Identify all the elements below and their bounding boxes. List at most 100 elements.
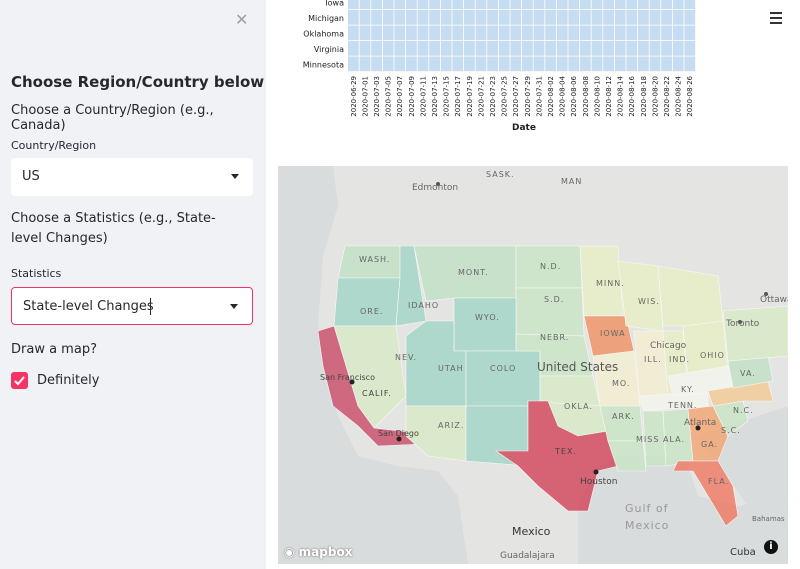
heatmap-cell (348, 10, 359, 25)
heatmap-cell (556, 41, 568, 56)
state-penn-ne[interactable] (722, 305, 788, 362)
state-mich[interactable] (657, 265, 724, 327)
heatmap-cell (510, 56, 522, 72)
close-sidebar-button[interactable]: ✕ (235, 10, 248, 29)
heatmap-cell (510, 0, 522, 10)
heatmap-cell (348, 25, 359, 41)
heatmap-cell (568, 0, 580, 10)
heatmap-cell (568, 10, 580, 25)
heatmap-cell (429, 10, 440, 25)
map-label-fla: FLA. (708, 477, 729, 486)
heatmap-cell (591, 56, 603, 72)
heatmap-cell (487, 0, 498, 10)
map-label-toronto: Toronto (725, 319, 760, 329)
heatmap-x-label: 2020-07-01 (361, 76, 369, 117)
heatmap-x-label: 2020-08-06 (570, 75, 578, 116)
heatmap-cell (638, 56, 649, 72)
map-label-atlanta: Atlanta (684, 418, 716, 428)
heatmap-cell (684, 0, 696, 10)
heatmap-cell (580, 0, 591, 10)
map-label-ark: ARK. (612, 412, 635, 421)
info-icon[interactable]: i (764, 540, 778, 554)
us-map[interactable]: Edmonton SASK. MAN WASH. MONT. N.D. MINN… (278, 166, 788, 564)
draw-map-checkbox[interactable] (11, 372, 28, 389)
heatmap-cell (359, 0, 371, 10)
heatmap-cell (649, 41, 661, 56)
map-label-sc: S.C. (721, 426, 741, 435)
heatmap-cell (348, 0, 359, 10)
map-label-sd: S.D. (544, 295, 564, 304)
heatmap-cell (626, 41, 638, 56)
map-canvas: Edmonton SASK. MAN WASH. MONT. N.D. MINN… (278, 166, 788, 564)
heatmap-cell (406, 25, 417, 41)
heatmap-cell (359, 56, 371, 72)
heatmap-cell (591, 10, 603, 25)
heatmap-cell (382, 41, 394, 56)
draw-map-checkbox-label: Definitely (37, 373, 100, 388)
heatmap-cell (556, 56, 568, 72)
heatmap-cell (382, 56, 394, 72)
heatmap-cell (533, 10, 545, 25)
heatmap-x-label: 2020-08-26 (686, 75, 694, 116)
map-question: Draw a map? (11, 342, 97, 357)
heatmap-cell (406, 10, 417, 25)
heatmap-x-label: 2020-07-05 (385, 76, 393, 117)
map-label-chicago: Chicago (650, 341, 687, 351)
heatmap-cell (371, 41, 382, 56)
heatmap-cell (510, 25, 522, 41)
map-label-gulf-of: Gulf of (625, 502, 669, 515)
heatmap-cell (568, 56, 580, 72)
heatmap-cell (464, 0, 475, 10)
heatmap-cell (580, 41, 591, 56)
map-label-gulf-mexico: Mexico (625, 519, 669, 532)
heatmap-cell (649, 25, 661, 41)
heatmap-cell (556, 25, 568, 41)
heatmap-cell (556, 0, 568, 10)
heatmap-cell (382, 25, 394, 41)
heatmap-x-label: 2020-07-17 (454, 76, 462, 117)
heatmap-cell (603, 41, 614, 56)
map-label-united-states: United States (537, 360, 618, 374)
state-ore[interactable] (333, 277, 401, 327)
heatmap-cell (464, 41, 475, 56)
map-label-miss: MISS (636, 435, 659, 444)
heatmap-cell (591, 41, 603, 56)
map-label-mo: MO. (612, 379, 630, 388)
chevron-down-icon (230, 304, 238, 309)
heatmap-cell (603, 0, 614, 10)
map-label-tenn: TENN. (667, 401, 697, 410)
heatmap-x-labels: 2020-06-29 2020-07-01 2020-07-03 2020-07-05… (350, 75, 694, 116)
map-label-bahamas: Bahamas (752, 515, 785, 523)
heatmap-x-label: 2020-08-18 (640, 76, 648, 117)
heatmap-cell (406, 0, 417, 10)
heatmap-cell (626, 10, 638, 25)
heatmap-cell (638, 0, 649, 10)
heatmap-x-label: 2020-07-07 (396, 76, 404, 117)
heatmap-cell (603, 10, 614, 25)
heatmap-cell (661, 0, 672, 10)
map-label-san-francisco: San Francisco (320, 373, 375, 382)
heatmap-cell (568, 25, 580, 41)
heatmap-cell (498, 10, 510, 25)
check-icon (14, 376, 25, 386)
state-wyo[interactable] (453, 297, 517, 352)
heatmap-cell (638, 25, 649, 41)
heatmap-cell (429, 41, 440, 56)
heatmap-cell (475, 41, 487, 56)
heatmap-x-label: 2020-07-21 (477, 76, 485, 117)
heatmap-cell (580, 25, 591, 41)
statistics-select[interactable]: State-level Changes (11, 287, 253, 325)
map-label-ohio: OHIO (700, 351, 725, 360)
heatmap-cell (649, 0, 661, 10)
heatmap-cell (638, 41, 649, 56)
heatmap-cell (614, 10, 626, 25)
state-colo[interactable] (465, 350, 541, 407)
mapbox-logo[interactable]: ◉ mapbox (284, 545, 352, 559)
map-label-iowa: IOWA (600, 329, 626, 338)
heatmap-cell (371, 10, 382, 25)
heatmap-y-label: Minnesota (303, 60, 344, 69)
heatmap-x-label: 2020-07-23 (489, 76, 497, 117)
heatmap-cell (498, 25, 510, 41)
heatmap-cell (452, 10, 464, 25)
country-select[interactable]: US (11, 158, 253, 196)
